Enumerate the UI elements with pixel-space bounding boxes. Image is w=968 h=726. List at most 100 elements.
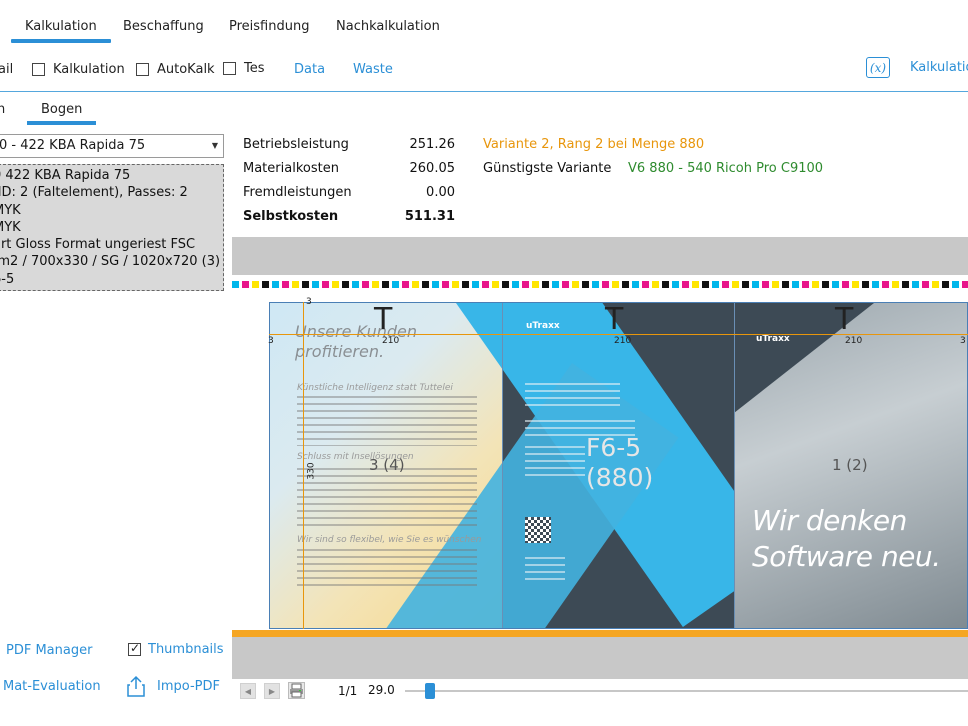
tes-checkbox-label: Tes (244, 61, 265, 76)
toolbar-divider (0, 91, 968, 92)
preview-top-margin (232, 237, 968, 275)
address-text-block (525, 557, 565, 581)
cost-label-materialkosten: Materialkosten (243, 161, 339, 176)
toolbar: ail Kalkulation AutoKalk Tes Data Waste … (0, 54, 968, 90)
waste-link[interactable]: Waste (353, 62, 393, 77)
info-line: /m2 / 700x330 / SG / 1020x720 (3) (0, 254, 221, 270)
checkbox-icon[interactable] (32, 63, 45, 76)
subtab-bogen[interactable]: Bogen (26, 102, 97, 125)
cost-value-selbstkosten: 511.31 (404, 209, 455, 224)
dimension-label: 3 (268, 336, 274, 346)
brand-logo-right: uTraxx (756, 334, 790, 344)
trim-mark-icon: T (605, 302, 624, 337)
checkbox-checked-icon[interactable] (128, 641, 141, 656)
main-tabs: Kalkulation Beschaffung Preisfindung Nac… (0, 0, 968, 48)
formula-icon[interactable]: (x) (866, 57, 890, 78)
form-label-line-1: F6-5 (586, 433, 642, 462)
print-sheet-button[interactable] (288, 682, 305, 699)
zoom-slider-thumb[interactable] (425, 683, 435, 699)
toolbar-cut-label: ail (0, 62, 14, 77)
autokalk-checkbox-label: AutoKalk (157, 62, 215, 77)
body-text-block (297, 549, 477, 591)
slogan: Wir denken Software neu. (752, 503, 941, 575)
info-line: -ID: 2 (Faltelement), Passes: 2 (0, 185, 188, 201)
printer-icon (290, 683, 303, 698)
info-line: MYK (0, 219, 21, 235)
fold-line (502, 303, 503, 628)
share-upload-icon[interactable] (127, 675, 145, 697)
zoom-value: 29.0 (368, 683, 395, 697)
kalkulation-checkbox[interactable]: Kalkulation (32, 62, 125, 77)
body-text-block (525, 383, 620, 411)
form-label: F6-5 (880) (586, 433, 653, 493)
kalkulation-checkbox-label: Kalkulation (53, 62, 125, 77)
cost-label-betriebsleistung: Betriebsleistung (243, 137, 349, 152)
pdf-manager-label: PDF Manager (6, 643, 93, 658)
sheet-bottom-bar (232, 630, 968, 637)
tes-checkbox[interactable]: Tes (223, 61, 265, 76)
variant-rank-note: Variante 2, Rang 2 bei Menge 880 (483, 137, 705, 152)
slogan-line-2: Software neu. (752, 540, 941, 573)
dimension-label: 3 (960, 336, 966, 346)
checkbox-icon[interactable] (136, 63, 149, 76)
contact-text-block (525, 446, 585, 481)
autokalk-checkbox[interactable]: AutoKalk (136, 62, 215, 77)
left-subheading-3: Wir sind so flexibel, wie Sie es wünsche… (297, 535, 482, 545)
dimension-label: 210 (845, 336, 863, 346)
left-subheading-1: Künstliche Intelligenz statt Tuttelei (297, 383, 453, 393)
triangle-right-icon: ▶ (268, 686, 276, 696)
slogan-line-1: Wir denken (752, 504, 907, 537)
color-control-strip (232, 281, 968, 288)
fold-line (734, 303, 735, 628)
impo-pdf-button[interactable]: Impo-PDF (127, 675, 220, 697)
info-line: 0 422 KBA Rapida 75 (0, 168, 131, 183)
qr-code-icon (525, 517, 551, 543)
trim-mark-icon: T (374, 302, 393, 337)
cost-value-fremdleistungen: 0.00 (426, 185, 455, 200)
tab-beschaffung[interactable]: Beschaffung (123, 19, 204, 34)
body-text-block (297, 468, 477, 528)
thumbnails-label: Thumbnails (148, 642, 224, 657)
cost-label-fremdleistungen: Fremdleistungen (243, 185, 352, 200)
dimension-label: 210 (614, 336, 632, 346)
body-text-block (297, 396, 477, 446)
tab-nachkalkulation[interactable]: Nachkalkulation (336, 19, 440, 34)
impo-pdf-label: Impo-PDF (157, 678, 220, 694)
trim-mark-icon: T (835, 302, 854, 337)
tab-preisfindung[interactable]: Preisfindung (229, 19, 309, 34)
machine-select-value: 0 - 422 KBA Rapida 75 (0, 138, 146, 153)
form-label-line-2: (880) (586, 463, 654, 492)
checkbox-icon[interactable] (223, 62, 236, 75)
machine-info-box: 0 422 KBA Rapida 75 -ID: 2 (Faltelement)… (0, 164, 224, 291)
kalkulation-right-link[interactable]: Kalkulatio (910, 60, 968, 75)
data-link[interactable]: Data (294, 62, 325, 77)
triangle-left-icon: ◀ (244, 686, 252, 696)
page-number-right: 1 (2) (832, 456, 868, 474)
pdf-manager-link[interactable]: PDF Manager (6, 643, 92, 658)
best-variant-label: Günstigste Variante (483, 161, 612, 176)
dropdown-arrow-icon[interactable]: ▼ (212, 141, 218, 150)
cost-label-selbstkosten: Selbstkosten (243, 209, 339, 224)
best-variant-value[interactable]: V6 880 - 540 Ricoh Pro C9100 (628, 161, 823, 176)
subtab-cut[interactable]: n (0, 102, 5, 117)
info-line: 6-5 (0, 271, 15, 287)
info-line: MYK (0, 202, 21, 218)
zoom-slider-track[interactable] (405, 690, 968, 692)
cost-value-materialkosten: 260.05 (409, 161, 456, 176)
tab-kalkulation[interactable]: Kalkulation (11, 19, 111, 43)
preview-bottom-margin (232, 637, 968, 679)
mat-evaluation-label: Mat-Evaluation (3, 679, 101, 694)
thumbnails-checkbox[interactable]: Thumbnails (128, 641, 224, 657)
cost-value-betriebsleistung: 251.26 (409, 137, 456, 152)
prev-page-button[interactable]: ◀ (240, 683, 256, 699)
next-page-button[interactable]: ▶ (264, 683, 280, 699)
dimension-label: 210 (382, 336, 400, 346)
page-number-left: 3 (4) (369, 456, 405, 474)
dimension-label: 330 (306, 462, 317, 480)
brand-logo-middle: uTraxx (526, 321, 560, 331)
page-indicator: 1/1 (338, 684, 358, 698)
trim-guide-vertical (303, 302, 304, 629)
machine-select[interactable]: 0 - 422 KBA Rapida 75 ▼ (0, 134, 224, 158)
info-line: art Gloss Format ungeriest FSC (0, 237, 196, 253)
mat-evaluation-link[interactable]: Mat-Evaluation (3, 679, 101, 694)
